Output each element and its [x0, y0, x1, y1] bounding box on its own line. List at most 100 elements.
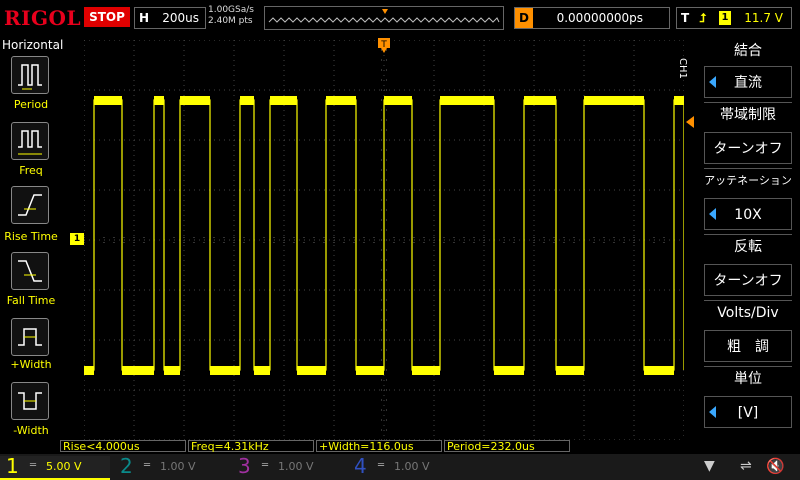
ch1-trace-level-band [440, 96, 494, 105]
channel-3-number: 3 [238, 454, 251, 478]
ch1-trace-level-band [644, 366, 674, 375]
fall-time-button[interactable] [11, 252, 49, 290]
ch1-trace-level-band [164, 366, 180, 375]
channel-1-scale: 5.00 V [46, 460, 82, 473]
measurement-pwidth[interactable]: +Width=116.0us [316, 440, 442, 453]
volts-div-title: Volts/Div [717, 305, 779, 321]
dc-coupling-icon: ═ [30, 460, 37, 471]
volts-div-value-button[interactable]: 粗 調 [704, 330, 792, 362]
positive-width-icon [18, 328, 42, 346]
top-status-bar: RIGOL STOP H 200us 1.00GSa/s 2.40M pts D… [0, 0, 800, 36]
channel-status-bar: 1 ═ 5.00 V 2 ═ 1.00 V 3 ═ 1.00 V 4 ═ 1.0… [0, 454, 800, 480]
trigger-box[interactable]: T ⮥ 1 11.7 V [676, 7, 792, 29]
freq-button[interactable] [11, 122, 49, 160]
delay-value: 0.00000000ps [556, 11, 643, 25]
negative-width-button[interactable] [11, 382, 49, 420]
bandwidth-limit-value: ターンオフ [713, 141, 783, 157]
ch1-trace-level-band [356, 366, 384, 375]
period-button[interactable] [11, 56, 49, 94]
timebase-key: H [139, 11, 150, 25]
measurement-period[interactable]: Period=232.0us [444, 440, 570, 453]
attenuation-value: 10X [734, 207, 762, 223]
channel-2-tab[interactable]: 2 ═ 1.00 V [114, 454, 224, 478]
ch1-trace-level-band [674, 96, 684, 105]
bandwidth-limit-value-button[interactable]: ターンオフ [704, 132, 792, 164]
horizontal-measure-panel: Horizontal Period Freq Rise Time Fall Ti… [0, 36, 63, 444]
trigger-position-marker: T [378, 38, 390, 53]
ch1-trace-level-band [254, 366, 270, 375]
menu-separator [704, 102, 792, 103]
delay-box[interactable]: D 0.00000000ps [514, 7, 670, 29]
waveform-display[interactable] [84, 40, 684, 440]
acquisition-info: 1.00GSa/s 2.40M pts [208, 5, 254, 27]
coupling-value-button[interactable]: 直流 [704, 66, 792, 98]
freq-label: Freq [19, 164, 43, 177]
trigger-position-marker-top [382, 9, 388, 14]
channel-3-tab[interactable]: 3 ═ 1.00 V [232, 454, 342, 478]
coupling-value: 直流 [734, 75, 762, 91]
speaker-muted-icon[interactable]: 🔇 [766, 457, 785, 475]
ch1-trace-level-band [154, 96, 164, 105]
channel-2-number: 2 [120, 454, 133, 478]
menu-icon[interactable]: ▼ [704, 458, 715, 474]
timebase-value: 200us [162, 11, 199, 25]
run-stop-status[interactable]: STOP [84, 7, 130, 27]
ch1-trace-level-band [84, 366, 94, 375]
sample-rate: 1.00GSa/s [208, 5, 254, 15]
ch1-trace-level-band [122, 366, 154, 375]
menu-left-arrow-icon [709, 76, 716, 88]
menu-separator [704, 168, 792, 169]
negative-width-icon [18, 392, 42, 410]
bandwidth-limit-title: 帯域制限 [720, 107, 776, 123]
coupling-title: 結合 [734, 43, 762, 59]
memory-overview-bar[interactable] [264, 6, 504, 30]
ch1-trace-level-band [210, 366, 240, 375]
unit-value-button[interactable]: [V] [704, 396, 792, 428]
volts-div-value: 粗 調 [727, 339, 769, 355]
ch1-trace-level-band [94, 96, 122, 105]
channel-1-tab[interactable]: 1 ═ 5.00 V [0, 454, 110, 480]
ch1-trace-level-band [384, 96, 412, 105]
dc-coupling-icon: ═ [262, 460, 269, 471]
channel-4-tab[interactable]: 4 ═ 1.00 V [348, 454, 458, 478]
ch1-ground-marker[interactable]: 1 [70, 233, 84, 245]
measurement-results-bar: Rise<4.000us Freq=4.31kHz +Width=116.0us… [60, 440, 800, 454]
ch1-trace-level-band [270, 96, 297, 105]
channel-1-number: 1 [6, 454, 19, 478]
rigol-logo: RIGOL [4, 6, 82, 30]
attenuation-title: アッテネーション [704, 174, 792, 187]
period-label: Period [13, 98, 49, 111]
channel-2-scale: 1.00 V [160, 460, 196, 473]
usb-icon: ⇌ [740, 458, 752, 474]
menu-separator [704, 366, 792, 367]
rise-time-label: Rise Time [4, 230, 58, 243]
menu-separator [704, 300, 792, 301]
measurement-freq[interactable]: Freq=4.31kHz [188, 440, 314, 453]
rise-time-icon [18, 194, 42, 216]
ch1-trace-level-band [494, 366, 524, 375]
rise-time-button[interactable] [11, 186, 49, 224]
channel-4-scale: 1.00 V [394, 460, 430, 473]
unit-value: [V] [737, 405, 759, 421]
ch1-trace-level-band [297, 366, 326, 375]
ch1-settings-menu: 結合 直流 帯域制限 ターンオフ アッテネーション 10X 反転 ターンオフ V… [700, 36, 800, 444]
invert-value: ターンオフ [713, 273, 783, 289]
invert-title: 反転 [734, 239, 762, 255]
positive-width-button[interactable] [11, 318, 49, 356]
negative-width-label: -Width [13, 424, 49, 437]
attenuation-value-button[interactable]: 10X [704, 198, 792, 230]
ch1-trace-level-band [556, 366, 584, 375]
memory-overview-waveform [268, 9, 500, 23]
frequency-icon [18, 130, 42, 155]
ch1-waveform-trace [84, 96, 684, 375]
fall-time-icon [18, 260, 42, 282]
measurement-rise[interactable]: Rise<4.000us [60, 440, 186, 453]
dc-coupling-icon: ═ [144, 460, 151, 471]
positive-width-label: +Width [10, 358, 52, 371]
invert-value-button[interactable]: ターンオフ [704, 264, 792, 296]
ch1-menu-label: CH1 [677, 58, 688, 79]
channel-4-number: 4 [354, 454, 367, 478]
timebase-box[interactable]: H 200us [134, 7, 206, 29]
ch1-trace-level-band [180, 96, 210, 105]
ch1-trace-level-band [412, 366, 440, 375]
